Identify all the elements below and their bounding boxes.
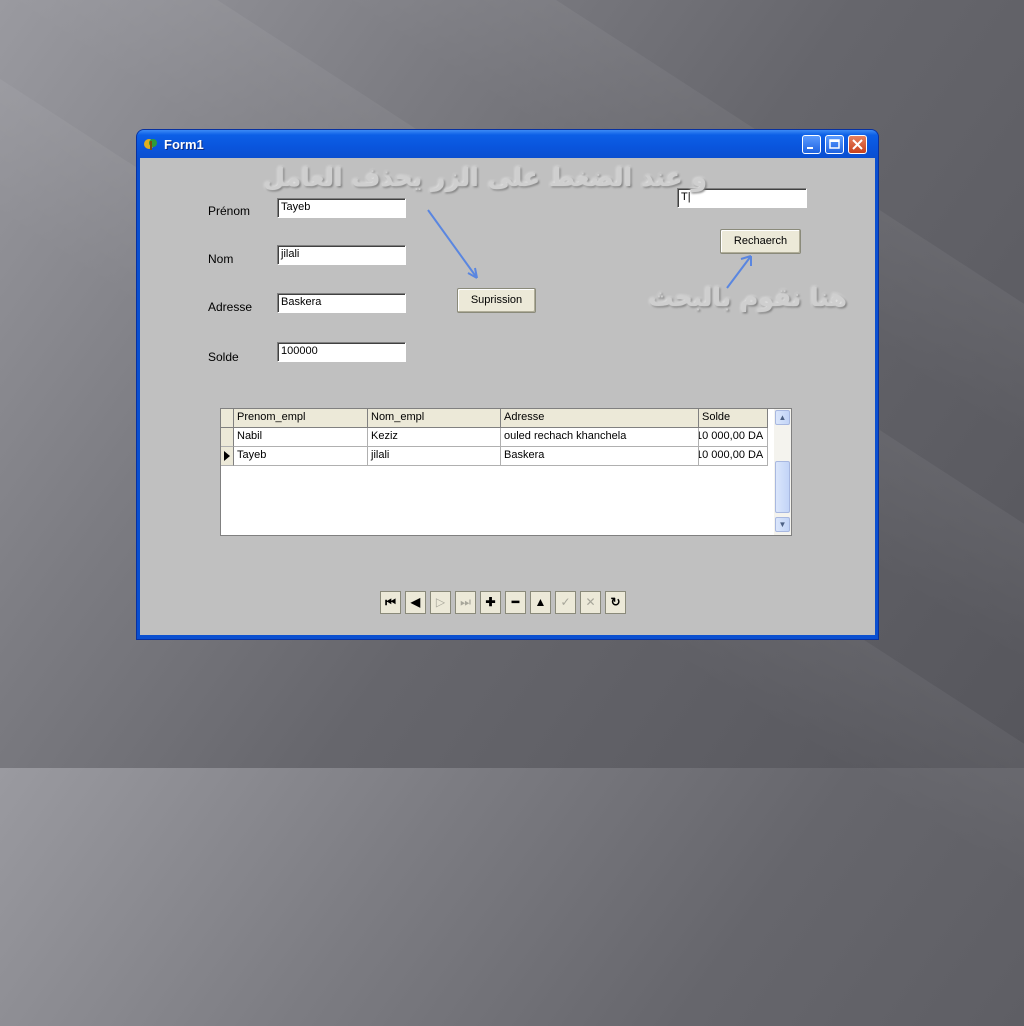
annotation-arrows	[427, 209, 752, 289]
form-window: Form1 Prénom Tayeb Nom jilali Adresse Ba…	[137, 130, 878, 639]
search-arrow	[726, 255, 752, 289]
delete-arrow	[427, 209, 478, 279]
